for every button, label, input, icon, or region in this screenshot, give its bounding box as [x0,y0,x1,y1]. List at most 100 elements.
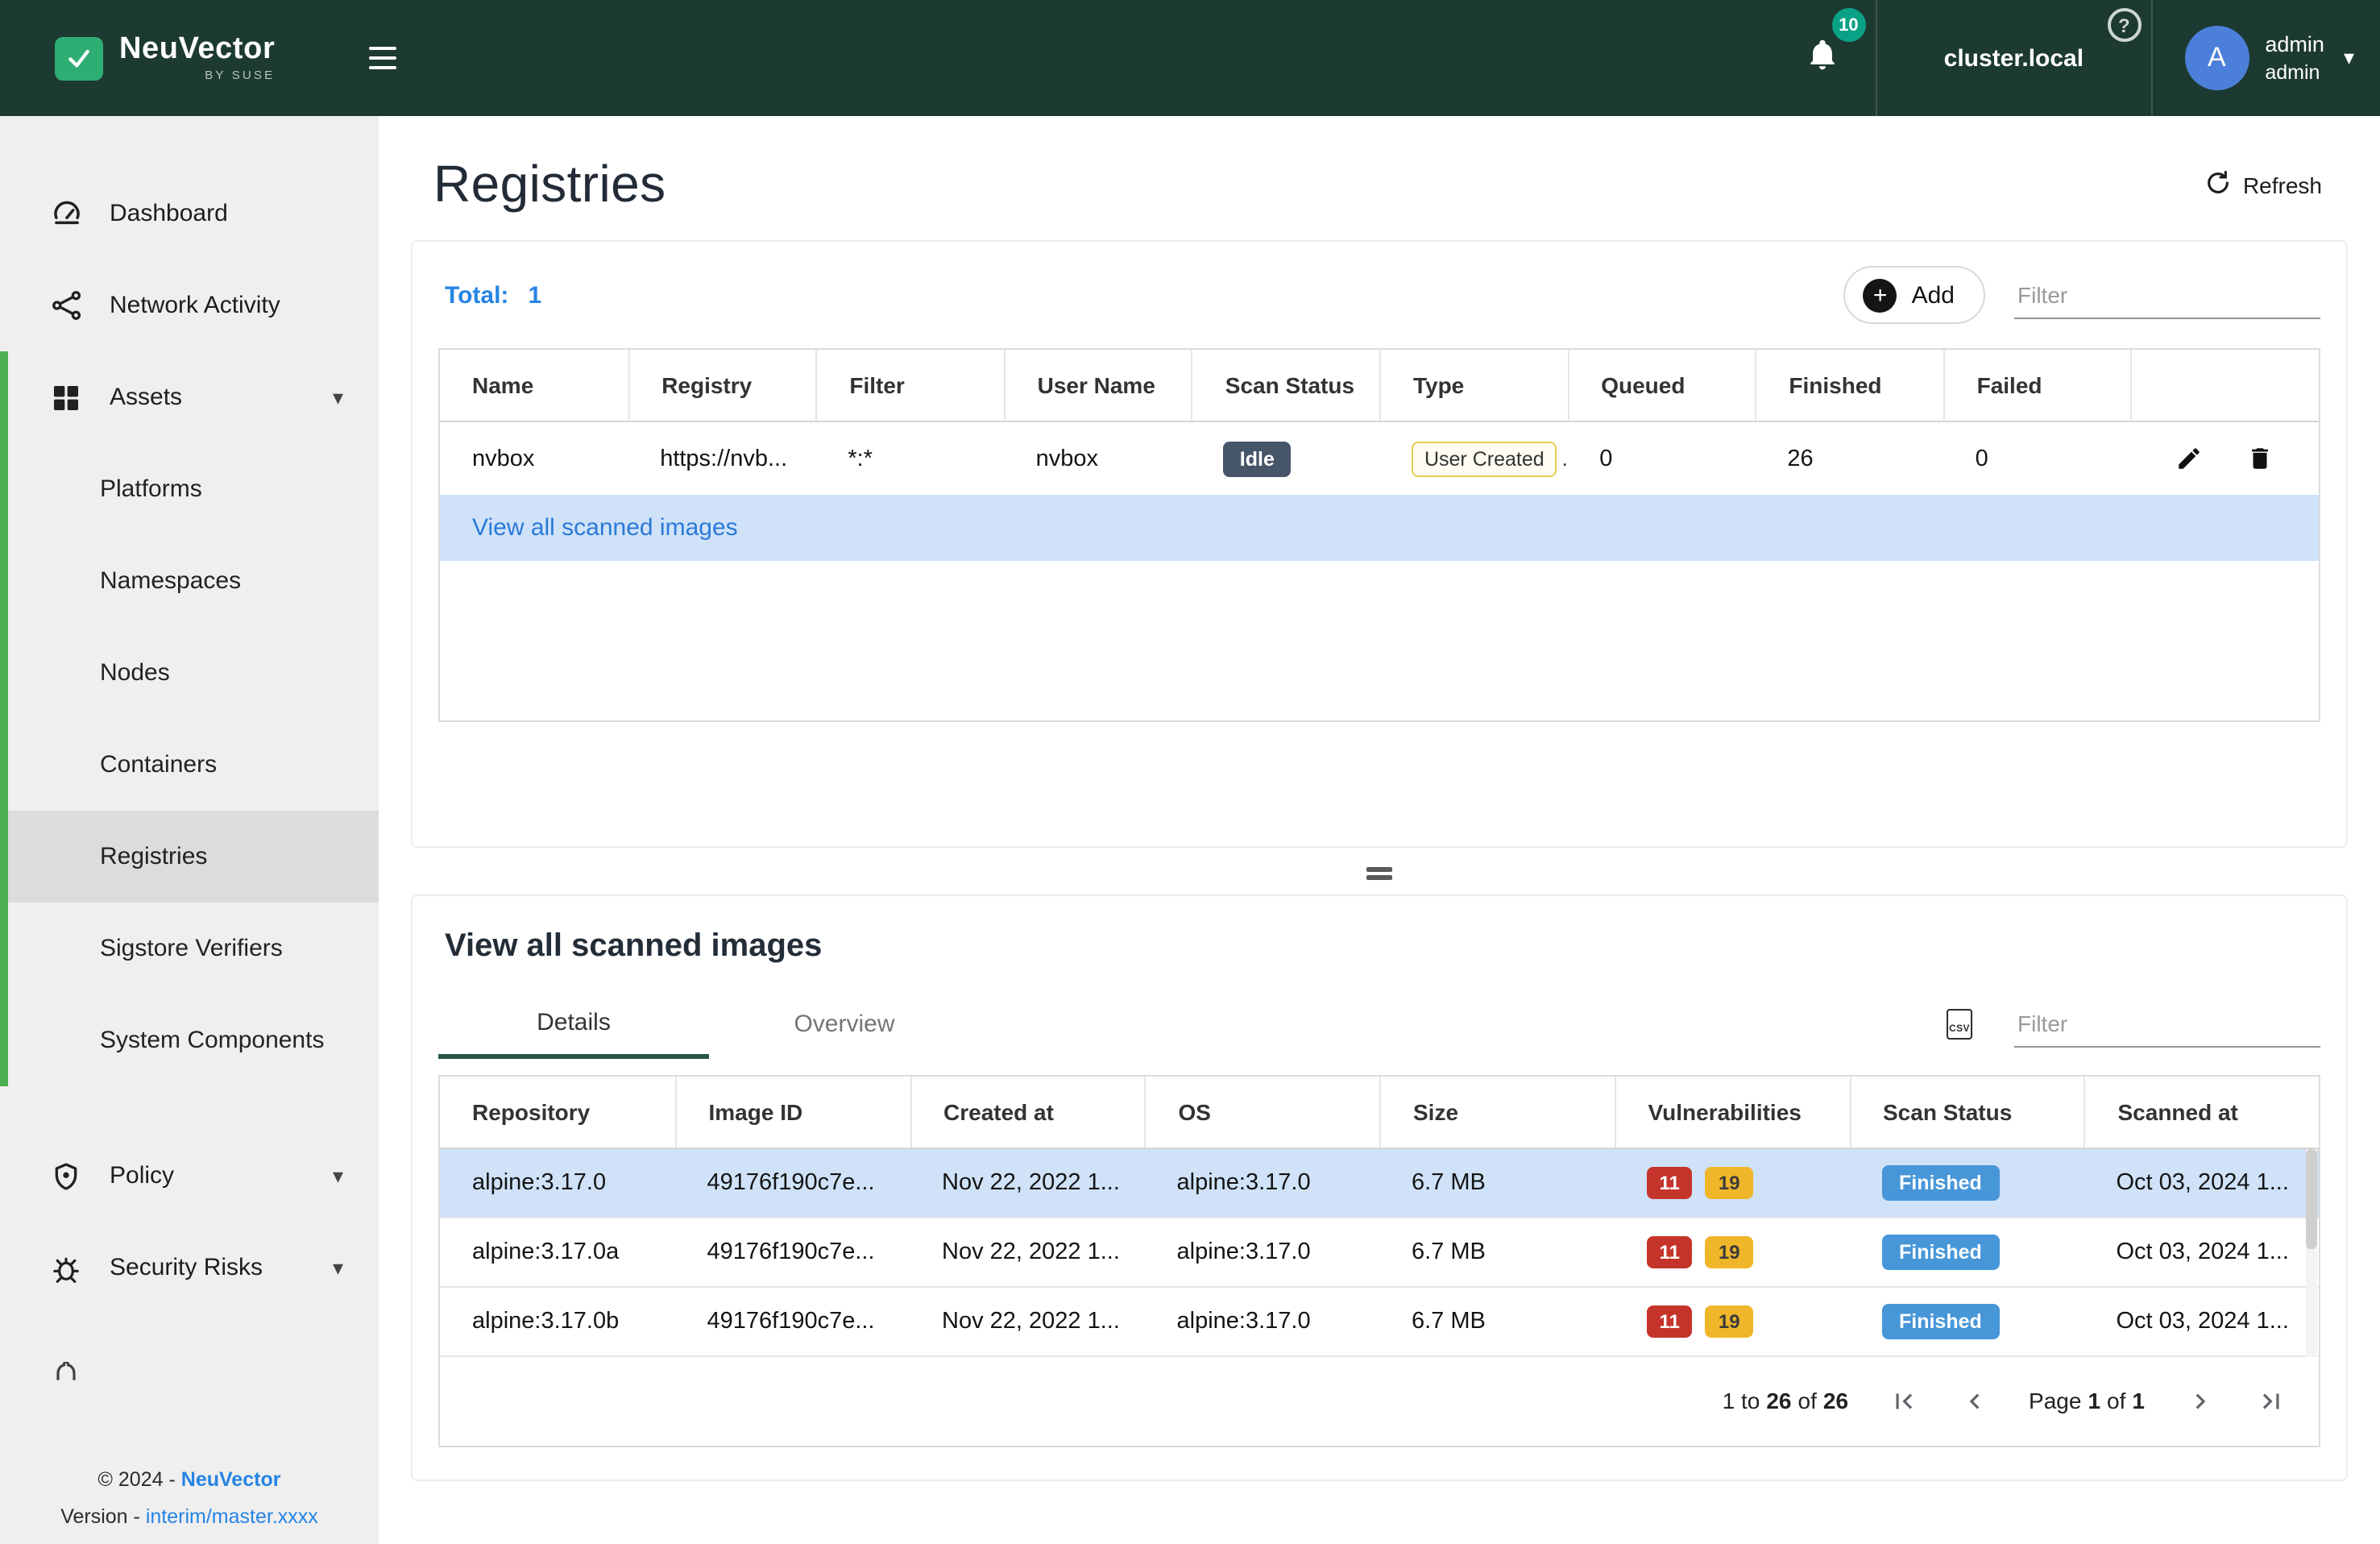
brand-logo[interactable]: NeuVector BY SUSE [55,35,275,82]
tab-overview[interactable]: Overview [709,990,980,1058]
last-page-icon[interactable] [2254,1384,2287,1417]
table-row[interactable]: alpine:3.17.0 49176f190c7e... Nov 22, 20… [440,1148,2319,1218]
sidebar-item-sigstore-verifiers[interactable]: Sigstore Verifiers [0,903,379,994]
assets-icon [48,380,84,415]
total-label: Total: [445,281,508,309]
column-header-created-at[interactable]: Created at [910,1076,1145,1147]
cell-size: 6.7 MB [1379,1287,1615,1355]
sidebar-item-registries[interactable]: Registries [0,811,379,903]
cell-image-id: 49176f190c7e... [675,1287,910,1355]
notification-count-badge: 10 [1831,8,1865,42]
column-header-scanned-at[interactable]: Scanned at [2084,1076,2320,1147]
cell-os: alpine:3.17.0 [1145,1287,1380,1355]
column-header-size[interactable]: Size [1379,1076,1615,1147]
column-header-name[interactable]: Name [440,350,628,421]
sidebar-item-policy[interactable]: Policy ▾ [0,1130,379,1222]
sidebar-item-platforms[interactable]: Platforms [0,443,379,535]
status-badge: Idle [1224,441,1291,476]
sidebar-item-system-components[interactable]: System Components [0,994,379,1086]
previous-page-icon[interactable] [1958,1384,1990,1417]
sidebar-item-label: Platforms [100,475,202,503]
column-header-repository[interactable]: Repository [440,1076,675,1147]
status-badge: Finished [1881,1303,2000,1339]
vuln-high-badge: 11 [1647,1235,1693,1268]
cell-os: alpine:3.17.0 [1145,1218,1380,1285]
column-header-vulnerabilities[interactable]: Vulnerabilities [1615,1076,1850,1147]
panel-title: View all scanned images [438,928,2320,965]
user-name: admin [2265,31,2324,59]
brand-subtitle: BY SUSE [205,70,275,82]
cluster-name: cluster.local [1944,44,2084,72]
cell-scan-status: Finished [1849,1218,2084,1285]
help-icon[interactable]: ? [2107,8,2141,42]
total-value: 1 [528,281,541,309]
vuln-medium-badge: 19 [1706,1235,1753,1268]
column-header-failed[interactable]: Failed [1943,350,2131,421]
sidebar-item-nodes[interactable]: Nodes [0,627,379,719]
cell-vulnerabilities: 11 19 [1615,1148,1850,1216]
cell-user-name: nvbox [1004,422,1192,495]
export-csv-icon[interactable]: CSV [1947,1009,1972,1040]
scrollbar-thumb[interactable] [2306,1148,2317,1248]
refresh-icon [2204,168,2232,201]
notifications-bell-button[interactable]: 10 [1768,0,1875,116]
column-header-os[interactable]: OS [1145,1076,1380,1147]
sidebar-group-assets: Assets ▾ Platforms Namespaces Nodes Cont… [0,351,379,1086]
column-header-type[interactable]: Type [1379,350,1567,421]
scanned-images-panel: View all scanned images Details Overview… [411,894,2348,1480]
sidebar-item-partial[interactable] [0,1362,379,1388]
splitter-handle[interactable] [379,862,2380,884]
range-prefix: 1 to [1723,1388,1760,1413]
cell-size: 6.7 MB [1379,1148,1615,1216]
table-row[interactable]: nvbox https://nvb... *:* nvbox Idle User… [440,422,2319,495]
sidebar-item-network-activity[interactable]: Network Activity [0,259,379,351]
scanned-images-filter-input[interactable] [2014,1001,2320,1048]
plus-icon: + [1864,278,1897,312]
cluster-selector[interactable]: cluster.local ? [1876,0,2150,116]
registries-panel: Total: 1 + Add Name Registry Filter User… [411,240,2348,848]
cell-repository: alpine:3.17.0a [440,1218,675,1285]
registries-table-header: Name Registry Filter User Name Scan Stat… [440,350,2319,422]
pagination-page: Page 1 of 1 [2029,1388,2145,1413]
cell-scan-status: Finished [1849,1148,2084,1216]
menu-icon[interactable] [368,47,396,69]
column-header-queued[interactable]: Queued [1567,350,1755,421]
sidebar-item-containers[interactable]: Containers [0,719,379,811]
cell-actions [2131,422,2319,495]
sidebar-item-label: Namespaces [100,567,241,595]
refresh-button[interactable]: Refresh [2204,168,2322,201]
edit-icon[interactable] [2175,444,2204,473]
sidebar-item-assets[interactable]: Assets ▾ [0,351,379,443]
first-page-icon[interactable] [1887,1384,1919,1417]
version-label: Version - [60,1505,140,1527]
delete-icon[interactable] [2245,444,2274,473]
user-menu[interactable]: A admin admin ▾ [2152,0,2380,116]
pagination-range: 1 to 26 of 26 [1723,1388,1848,1413]
column-header-filter[interactable]: Filter [815,350,1003,421]
sidebar-nav: Dashboard Network Activity Assets ▾ [0,116,379,1388]
sidebar-item-dashboard[interactable]: Dashboard [0,168,379,259]
registries-filter-input[interactable] [2014,272,2320,318]
column-header-image-id[interactable]: Image ID [675,1076,910,1147]
add-registry-button[interactable]: + Add [1844,266,1985,324]
column-header-user-name[interactable]: User Name [1004,350,1192,421]
table-row[interactable]: alpine:3.17.0a 49176f190c7e... Nov 22, 2… [440,1218,2319,1287]
cell-failed: 0 [1943,422,2131,495]
column-header-registry[interactable]: Registry [628,350,815,421]
version-value: interim/master.xxxx [146,1505,318,1527]
footer-brand-link[interactable]: NeuVector [181,1468,281,1491]
sidebar-item-namespaces[interactable]: Namespaces [0,535,379,627]
scrollbar[interactable] [2306,1148,2317,1356]
chevron-down-icon: ▾ [333,1163,343,1189]
sidebar-item-security-risks[interactable]: Security Risks ▾ [0,1222,379,1314]
next-page-icon[interactable] [2183,1384,2216,1417]
column-header-scan-status[interactable]: Scan Status [1849,1076,2084,1147]
view-all-scanned-images-link[interactable]: View all scanned images [440,495,2319,561]
vuln-medium-badge: 19 [1706,1305,1753,1337]
topbar: NeuVector BY SUSE 10 cluster.local ? A a… [0,0,2380,116]
table-row[interactable]: alpine:3.17.0b 49176f190c7e... Nov 22, 2… [440,1287,2319,1356]
column-header-scan-status[interactable]: Scan Status [1192,350,1379,421]
column-header-finished[interactable]: Finished [1755,350,1943,421]
brand-name: NeuVector [119,35,275,65]
tab-details[interactable]: Details [438,990,709,1058]
